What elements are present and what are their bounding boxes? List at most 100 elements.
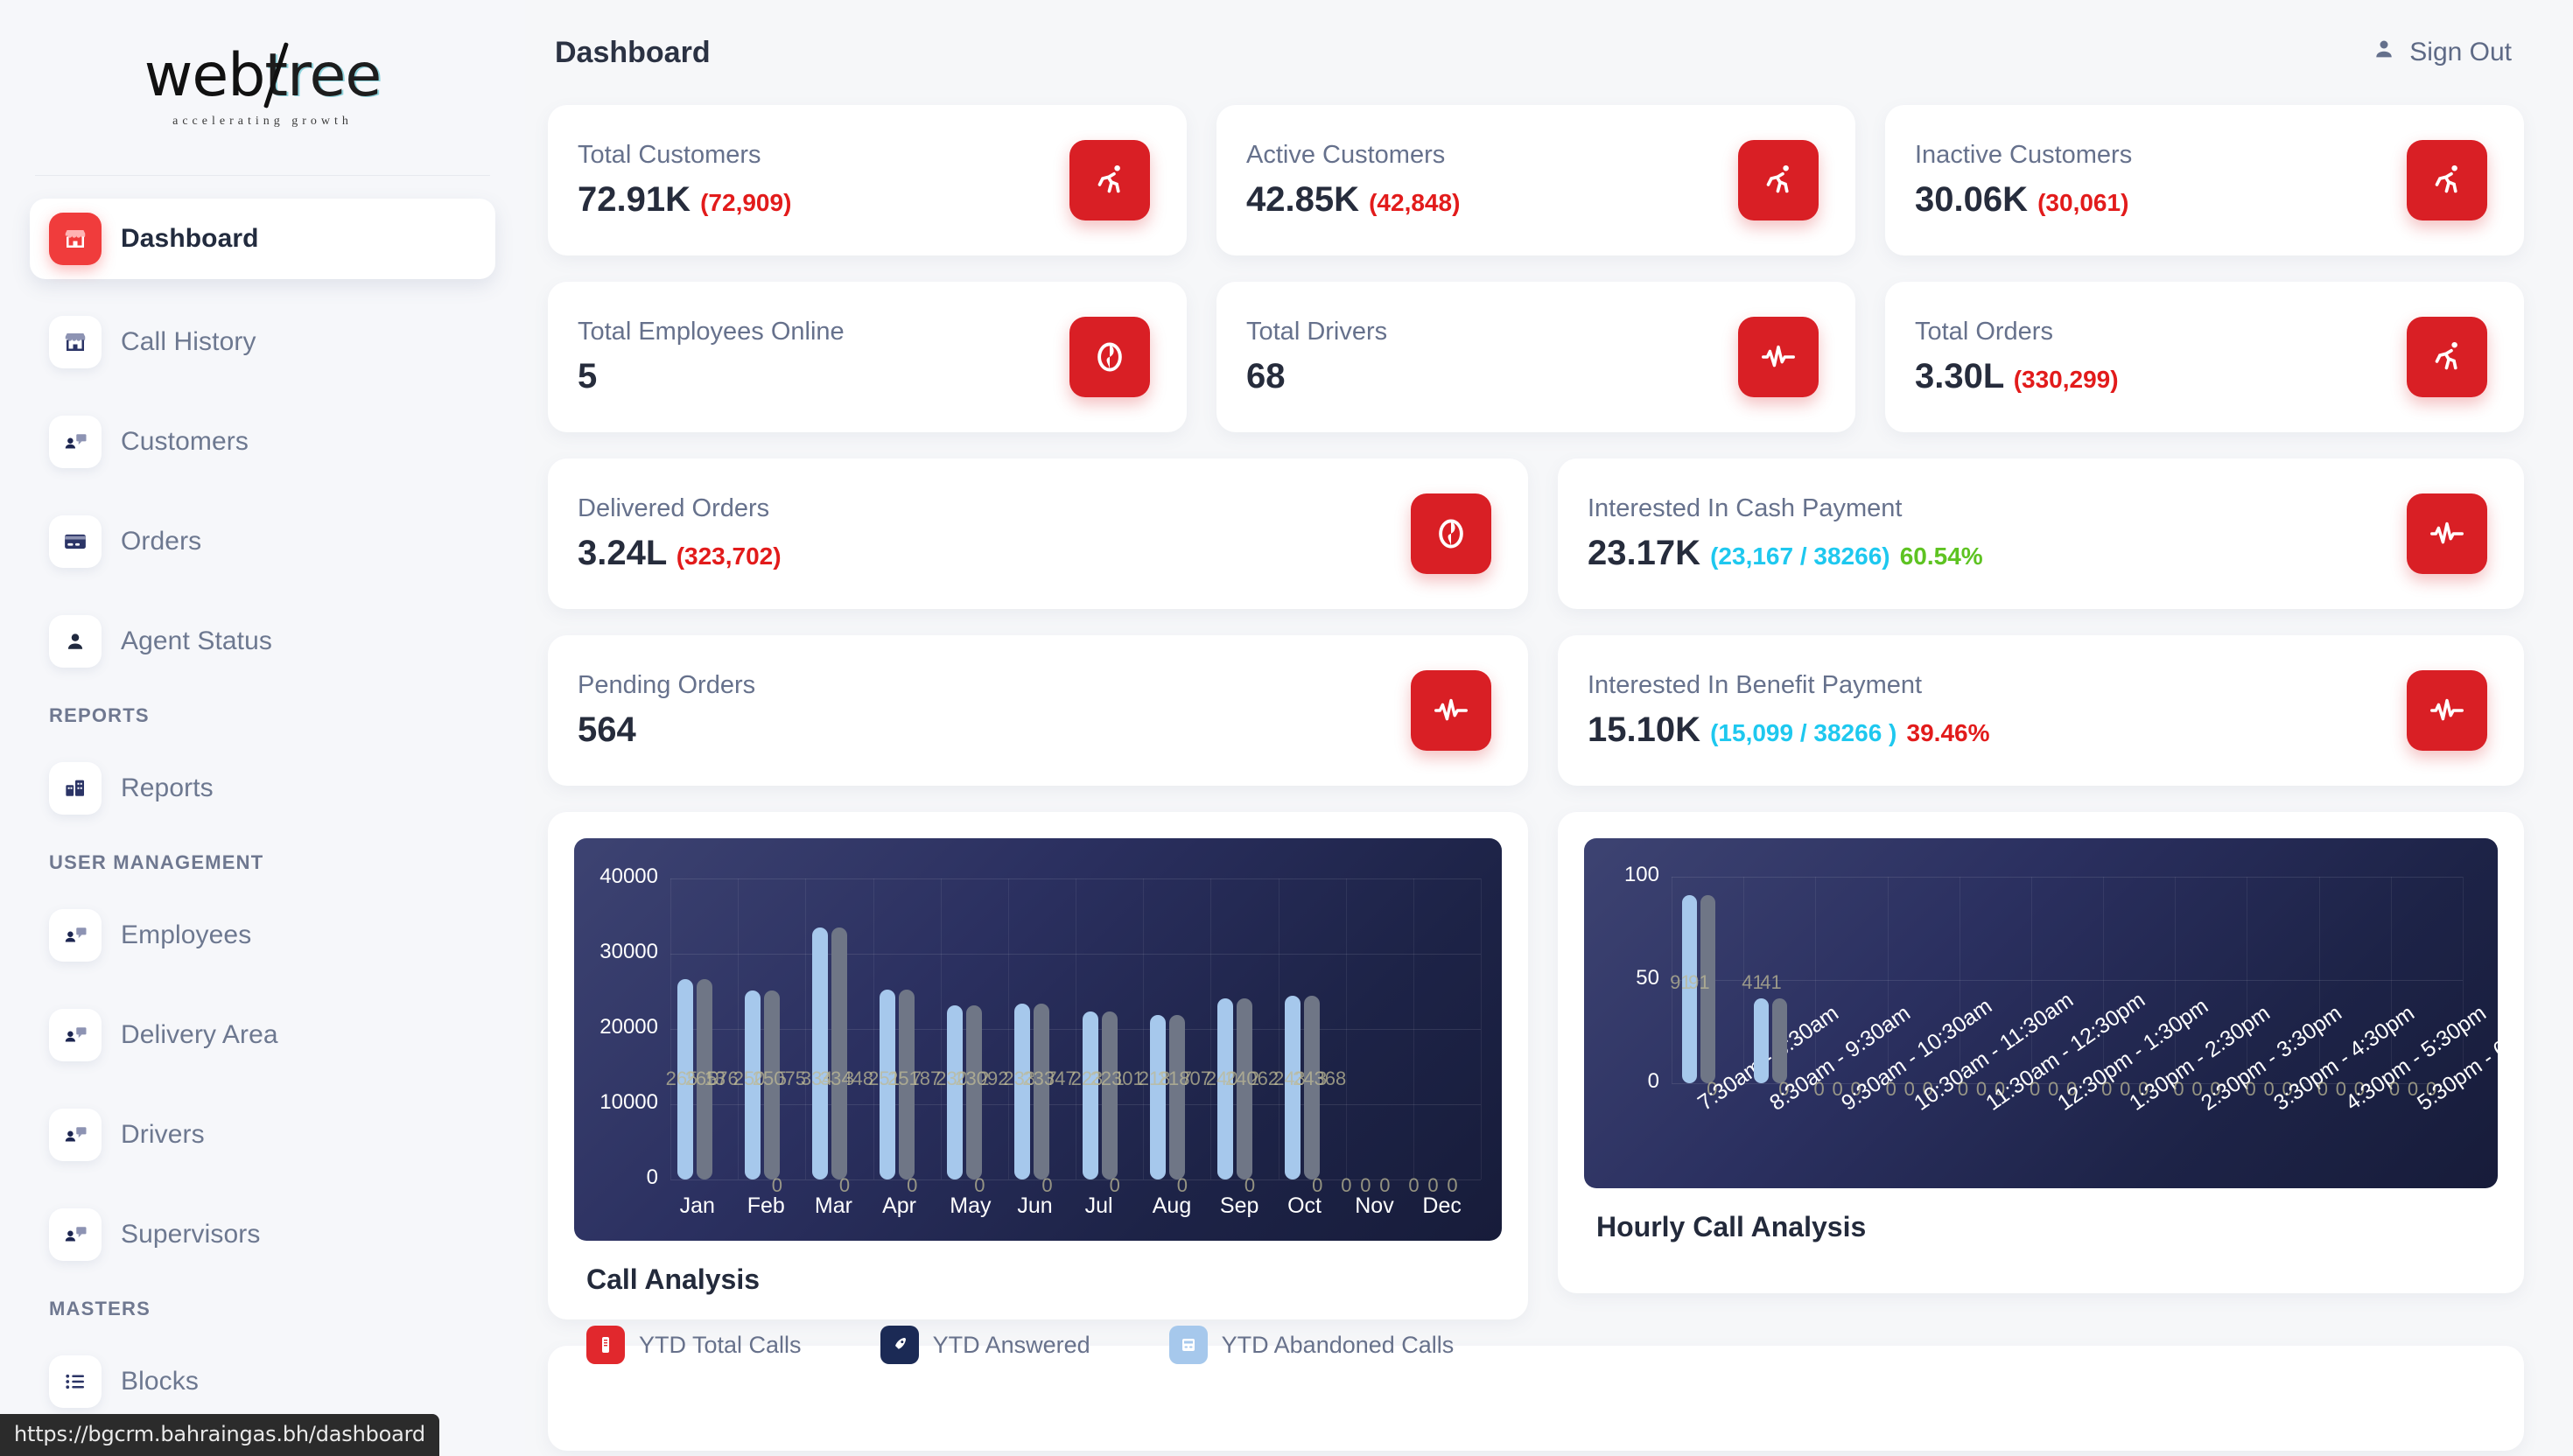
- stat-sub: (323,702): [676, 542, 782, 570]
- bar-data-label: 0: [1408, 1174, 1420, 1196]
- stat-sub: (15,099 / 38266 ): [1710, 719, 1897, 746]
- sidebar-item-label: Employees: [121, 920, 252, 949]
- running-icon: [2407, 317, 2487, 397]
- logo-wordmark: webtree: [144, 42, 382, 108]
- sign-out-button[interactable]: Sign Out: [2371, 36, 2512, 69]
- x-axis-tick: Jul: [1084, 1194, 1113, 1218]
- logo-web-text: web: [144, 41, 266, 110]
- hourly-bar-chart[interactable]: 050100919107:30am - 8:30am414108:30am - …: [1584, 838, 2498, 1188]
- sidebar-item-drivers[interactable]: Drivers: [30, 1098, 495, 1172]
- bar[interactable]: [1014, 1004, 1031, 1180]
- x-axis-tick: Jan: [679, 1194, 715, 1218]
- stat-card-pending-orders[interactable]: Pending Orders 564: [548, 635, 1528, 786]
- gridline: [670, 878, 671, 1180]
- stat-value: 23.17K (23,167 / 38266) 60.54%: [1588, 534, 1983, 573]
- x-axis-tick: Sep: [1219, 1194, 1259, 1218]
- stat-value: 5: [578, 357, 598, 396]
- building-icon: [49, 762, 102, 815]
- bar-data-label: 0: [2317, 1078, 2328, 1100]
- brand-logo[interactable]: webtree accelerating growth: [0, 0, 525, 175]
- stat-card-total-drivers[interactable]: Total Drivers 68: [1216, 282, 1855, 432]
- bar[interactable]: [1101, 1012, 1118, 1180]
- user-icon: [2371, 36, 2397, 69]
- sidebar-item-reports[interactable]: Reports: [30, 752, 495, 825]
- bar-data-label: 41: [1760, 971, 1782, 993]
- stat-label: Total Employees Online: [578, 318, 845, 346]
- store-icon: [49, 213, 102, 265]
- sidebar-item-orders[interactable]: Orders: [30, 505, 495, 578]
- y-axis-tick: 0: [646, 1166, 658, 1189]
- sidebar-item-agent-status[interactable]: Agent Status: [30, 605, 495, 678]
- gridline: [1481, 878, 1482, 1180]
- chart-title: Call Analysis: [586, 1264, 761, 1295]
- chart-title: Hourly Call Analysis: [1596, 1211, 1867, 1242]
- bar-data-label: 0: [2173, 1078, 2184, 1100]
- sidebar-item-blocks[interactable]: Blocks: [30, 1345, 495, 1418]
- globe-icon: [1411, 494, 1491, 574]
- stat-card-interested-cash-payment[interactable]: Interested In Cash Payment 23.17K (23,16…: [1558, 458, 2524, 609]
- sidebar-item-customers[interactable]: Customers: [30, 405, 495, 479]
- legend-label: YTD Answered: [932, 1331, 1090, 1358]
- y-axis-tick: 100: [1623, 863, 1659, 886]
- stat-card-active-customers[interactable]: Active Customers 42.85K (42,848): [1216, 105, 1855, 256]
- stat-card-total-employees-online[interactable]: Total Employees Online 5: [548, 282, 1187, 432]
- pulse-icon: [1738, 317, 1819, 397]
- stats-row-4: Pending Orders 564 Interested In Benefit…: [548, 635, 2524, 786]
- list-icon: [49, 1355, 102, 1408]
- stat-value: 68: [1246, 357, 1286, 396]
- sidebar-item-employees[interactable]: Employees: [30, 899, 495, 972]
- bar-data-label: 23347: [1022, 1068, 1076, 1089]
- sidebar-item-call-history[interactable]: Call History: [30, 305, 495, 379]
- stat-label: Interested In Benefit Payment: [1588, 671, 1923, 699]
- monthly-bar-chart[interactable]: 0 10000 20000 30000 40000 26589 26576 13 Jan 2507…: [574, 838, 1502, 1241]
- stat-card-interested-benefit-payment[interactable]: Interested In Benefit Payment 15.10K (15…: [1558, 635, 2524, 786]
- stat-card-delivered-orders[interactable]: Delivered Orders 3.24L (323,702): [548, 458, 1528, 609]
- bar[interactable]: [1034, 1004, 1050, 1180]
- stat-main: 42.85K: [1246, 180, 1359, 219]
- sidebar-item-label: Orders: [121, 527, 202, 556]
- stat-value: 42.85K (42,848): [1246, 180, 1460, 220]
- bar[interactable]: [811, 928, 828, 1180]
- bar[interactable]: [1149, 1015, 1166, 1180]
- bar-data-label: 0: [1341, 1174, 1352, 1196]
- bar-data-label: 0: [1813, 1078, 1825, 1100]
- bar[interactable]: [1168, 1015, 1185, 1180]
- stat-card-total-orders[interactable]: Total Orders 3.30L (330,299): [1885, 282, 2524, 432]
- stat-label: Total Drivers: [1246, 318, 1388, 346]
- legend-item-ytd-total-calls[interactable]: YTD Total Calls: [586, 1326, 802, 1364]
- pulse-icon: [1411, 670, 1491, 751]
- bar[interactable]: [831, 928, 847, 1180]
- sidebar-item-label: Blocks: [121, 1367, 199, 1396]
- stat-main: 30.06K: [1915, 180, 2028, 219]
- phone-icon: [586, 1326, 625, 1364]
- stat-card-total-customers[interactable]: Total Customers 72.91K (72,909): [548, 105, 1187, 256]
- bar[interactable]: [947, 1005, 964, 1180]
- logo-tagline: accelerating growth: [172, 115, 353, 128]
- bar-data-label: 0: [2101, 1078, 2113, 1100]
- sidebar-nav: Dashboard Call History Customers Orders: [0, 176, 525, 1418]
- dashboard-page: webtree accelerating growth Dashboard Ca…: [0, 0, 2573, 1456]
- bar[interactable]: [966, 1005, 983, 1180]
- sidebar-item-supervisors[interactable]: Supervisors: [30, 1198, 495, 1271]
- sidebar-section-masters: MASTERS: [49, 1298, 151, 1320]
- bar-data-label: 33448: [819, 1068, 874, 1089]
- bar[interactable]: [1753, 998, 1769, 1083]
- stat-value: 564: [578, 710, 636, 749]
- call-analysis-card: 0 10000 20000 30000 40000 26589 26576 13 Jan 2507…: [548, 812, 1528, 1364]
- sidebar-item-dashboard[interactable]: Dashboard: [30, 199, 495, 279]
- legend-item-ytd-abandoned-calls[interactable]: YTD Abandoned Calls: [1168, 1326, 1454, 1364]
- legend-item-ytd-answered[interactable]: YTD Answered: [880, 1326, 1090, 1364]
- bar[interactable]: [1771, 998, 1787, 1083]
- sidebar-item-delivery-area[interactable]: Delivery Area: [30, 998, 495, 1072]
- gridline: [2463, 877, 2464, 1083]
- bar[interactable]: [1082, 1012, 1098, 1180]
- stat-label: Total Orders: [1915, 318, 2053, 346]
- x-axis-tick: Mar: [814, 1194, 852, 1218]
- running-icon: [1738, 140, 1819, 220]
- stat-main: 3.30L: [1915, 357, 2004, 396]
- x-axis-tick: Feb: [747, 1194, 785, 1218]
- stat-card-inactive-customers[interactable]: Inactive Customers 30.06K (30,061): [1885, 105, 2524, 256]
- bar-data-label: 24062: [1224, 1068, 1279, 1089]
- sidebar-item-label: Call History: [121, 327, 256, 356]
- stat-main: 15.10K: [1588, 710, 1700, 749]
